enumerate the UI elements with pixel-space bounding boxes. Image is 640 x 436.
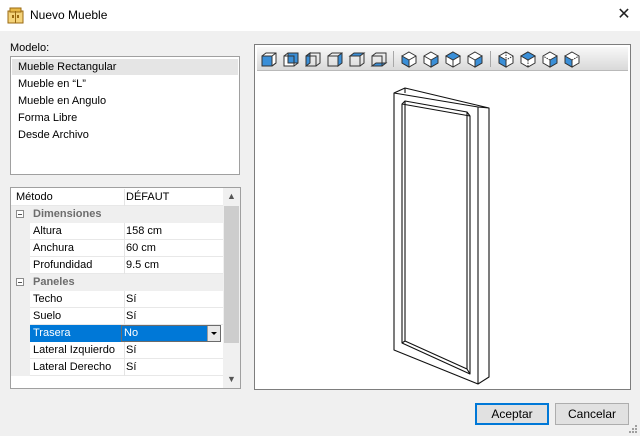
collapse-icon[interactable]: [16, 210, 24, 218]
property-name: Método: [16, 191, 53, 203]
model-item-mueble-en-l[interactable]: Mueble en “L”: [18, 76, 86, 92]
property-name: Trasera: [33, 327, 71, 339]
model-item-forma-libre[interactable]: Forma Libre: [18, 110, 77, 126]
model-list[interactable]: Mueble Rectangular Mueble en “L” Mueble …: [10, 56, 240, 175]
dropdown-value: No: [124, 327, 139, 339]
view-right-icon[interactable]: [326, 51, 344, 68]
model-label: Modelo:: [10, 42, 50, 54]
model-item-mueble-rectangular[interactable]: Mueble Rectangular: [12, 59, 238, 75]
close-icon: ✕: [617, 6, 631, 23]
preview-viewport[interactable]: [254, 44, 631, 390]
category-dimensiones[interactable]: Dimensiones: [11, 206, 223, 223]
iso-view-3-icon[interactable]: [444, 51, 462, 68]
model-item-desde-archivo[interactable]: Desde Archivo: [18, 127, 89, 143]
trasera-dropdown[interactable]: No: [121, 325, 221, 342]
property-value[interactable]: 158 cm: [124, 223, 223, 240]
property-row-metodo[interactable]: Método DÉFAUT: [11, 189, 223, 206]
view-bottom-icon[interactable]: [370, 51, 388, 68]
resize-grip-icon[interactable]: [628, 424, 638, 434]
property-row-altura[interactable]: Altura 158 cm: [11, 223, 223, 240]
view-toolbar: [257, 47, 628, 71]
property-name: Anchura: [33, 242, 74, 254]
scroll-thumb[interactable]: [224, 206, 239, 343]
view-front-icon[interactable]: [260, 51, 278, 68]
property-name: Lateral Derecho: [33, 361, 112, 373]
property-value[interactable]: Sí: [124, 359, 223, 376]
property-name: Suelo: [33, 310, 62, 322]
iso-view-1-icon[interactable]: [400, 51, 418, 68]
category-label: Dimensiones: [33, 208, 102, 220]
property-name: Techo: [33, 293, 63, 305]
property-row-anchura[interactable]: Anchura 60 cm: [11, 240, 223, 257]
property-name: Profundidad: [33, 259, 93, 271]
iso-view-7-icon[interactable]: [541, 51, 559, 68]
property-row-suelo[interactable]: Suelo Sí: [11, 308, 223, 325]
property-name: Lateral Izquierdo: [33, 344, 115, 356]
view-back-icon[interactable]: [282, 51, 300, 68]
category-paneles[interactable]: Paneles: [11, 274, 223, 291]
category-label: Paneles: [33, 276, 75, 288]
property-row-profundidad[interactable]: Profundidad 9.5 cm: [11, 257, 223, 274]
cancel-button[interactable]: Cancelar: [555, 403, 629, 425]
iso-view-6-icon[interactable]: [519, 51, 537, 68]
property-value[interactable]: 60 cm: [124, 240, 223, 257]
property-grid[interactable]: Método DÉFAUT Dimensiones Altura 158 cm …: [10, 187, 241, 389]
property-row-lateral-izquierdo[interactable]: Lateral Izquierdo Sí: [11, 342, 223, 359]
title-bar: Nuevo Mueble ✕: [0, 0, 640, 31]
property-value: DÉFAUT: [124, 189, 223, 206]
iso-view-2-icon[interactable]: [422, 51, 440, 68]
property-value[interactable]: 9.5 cm: [124, 257, 223, 274]
model-item-mueble-en-angulo[interactable]: Mueble en Angulo: [18, 93, 106, 109]
property-row-lateral-derecho[interactable]: Lateral Derecho Sí: [11, 359, 223, 376]
property-row-techo[interactable]: Techo Sí: [11, 291, 223, 308]
accept-button[interactable]: Aceptar: [475, 403, 549, 425]
property-row-trasera[interactable]: Trasera No: [11, 325, 223, 342]
window-title: Nuevo Mueble: [30, 8, 108, 22]
iso-view-4-icon[interactable]: [466, 51, 484, 68]
view-top-icon[interactable]: [348, 51, 366, 68]
iso-view-8-icon[interactable]: [563, 51, 581, 68]
property-value[interactable]: Sí: [124, 342, 223, 359]
property-value[interactable]: Sí: [124, 308, 223, 325]
furniture-app-icon: [7, 7, 24, 24]
property-grid-scrollbar[interactable]: ▲ ▼: [223, 188, 240, 388]
property-name: Altura: [33, 225, 62, 237]
dropdown-arrow-icon[interactable]: [207, 326, 220, 341]
close-button[interactable]: ✕: [612, 4, 636, 26]
scroll-down-icon[interactable]: ▼: [223, 371, 240, 388]
collapse-icon[interactable]: [16, 278, 24, 286]
iso-view-5-icon[interactable]: [497, 51, 515, 68]
furniture-3d-preview[interactable]: [257, 71, 628, 387]
view-left-icon[interactable]: [304, 51, 322, 68]
scroll-up-icon[interactable]: ▲: [223, 188, 240, 205]
property-value[interactable]: Sí: [124, 291, 223, 308]
